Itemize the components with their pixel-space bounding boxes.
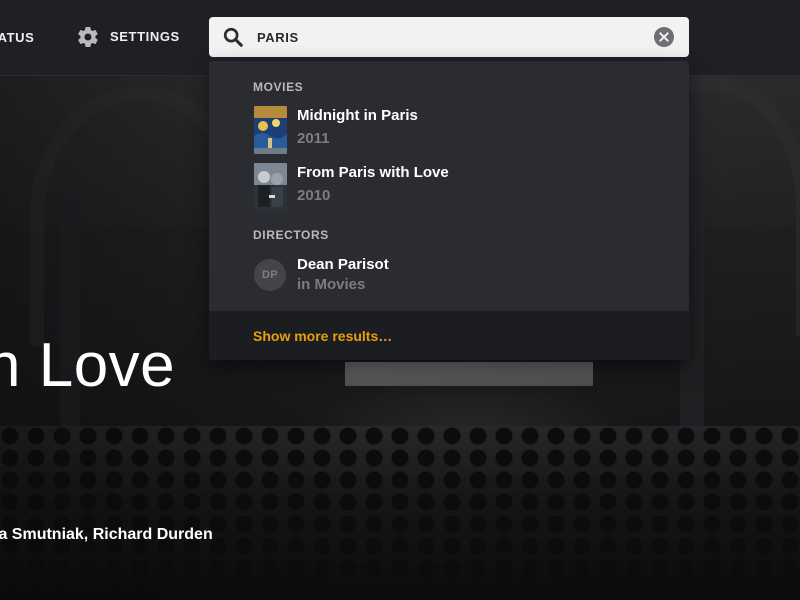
result-title: Midnight in Paris [297,107,418,124]
poster-thumbnail [254,163,287,211]
hero-cast: ia Smutniak, Richard Durden [0,526,213,543]
search-results-dropdown: MOVIES Midnight in Paris 2011 From Paris… [209,61,689,360]
result-year: 2010 [297,187,331,204]
result-subtitle: in Movies [297,276,366,293]
result-movie-from-paris-with-love[interactable]: From Paris with Love 2010 [253,163,673,213]
show-more-footer: Show more results… [209,311,689,360]
result-director-dean-parisot[interactable]: DP Dean Parisot in Movies [253,255,673,305]
search-bar[interactable] [209,17,689,57]
gear-icon [78,26,98,48]
result-title: From Paris with Love [297,164,449,181]
result-year: 2011 [297,130,330,147]
hero-title: h Love [0,331,176,400]
movies-section-header: MOVIES [253,80,304,94]
show-more-results-link[interactable]: Show more results… [253,328,392,344]
nav-settings[interactable]: SETTINGS [76,25,180,49]
result-title: Dean Parisot [297,256,389,273]
nav-status[interactable]: TATUS [0,30,34,45]
search-input[interactable] [257,17,647,57]
nav-settings-label: SETTINGS [110,29,180,44]
poster-thumbnail [254,106,287,154]
avatar: DP [254,259,286,291]
directors-section-header: DIRECTORS [253,228,329,242]
clear-icon[interactable] [654,27,674,47]
search-icon [223,27,243,47]
result-movie-midnight-in-paris[interactable]: Midnight in Paris 2011 [253,106,673,156]
